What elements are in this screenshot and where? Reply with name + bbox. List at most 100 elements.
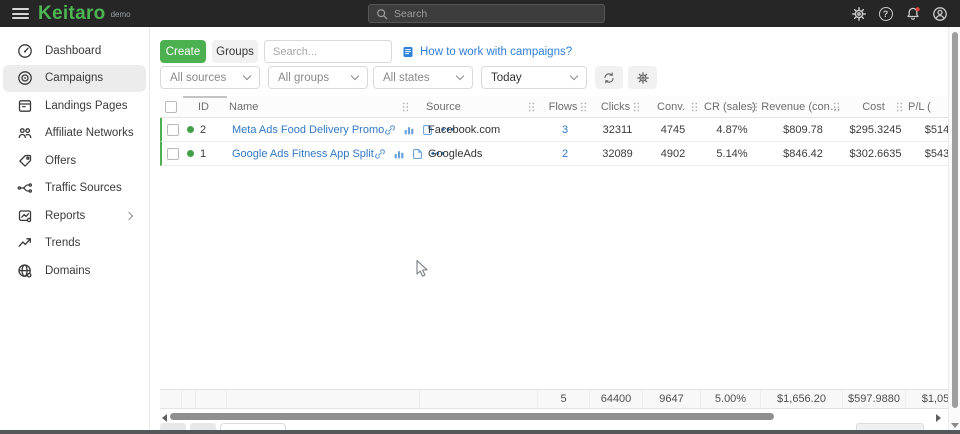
help-icon[interactable]: ? — [877, 5, 894, 22]
drag-handle-icon[interactable] — [896, 102, 903, 112]
stats-chart-icon[interactable] — [403, 124, 415, 136]
sidebar-item-affiliate-networks[interactable]: Affiliate Networks — [3, 120, 146, 148]
total-clicks: 64400 — [589, 390, 642, 408]
drag-handle-icon[interactable] — [751, 102, 758, 112]
filter-value: All states — [383, 72, 457, 84]
total-pl: $1,05 — [905, 390, 948, 408]
sidebar-item-label: Domains — [45, 265, 136, 277]
table-settings-button[interactable] — [628, 66, 657, 89]
global-search[interactable] — [368, 4, 605, 23]
row-checkbox[interactable] — [167, 148, 179, 160]
column-header-id[interactable]: ID — [195, 96, 226, 117]
dashboard-icon — [17, 43, 33, 59]
sidebar-item-label: Dashboard — [45, 45, 136, 57]
column-header-conv[interactable]: Conv. — [642, 96, 700, 117]
user-avatar-icon[interactable] — [931, 5, 948, 22]
revenue-value: $846.42 — [762, 148, 844, 160]
sidebar-item-campaigns[interactable]: Campaigns — [3, 65, 146, 93]
sidebar-item-label: Reports — [45, 210, 126, 222]
drag-handle-icon[interactable] — [580, 102, 587, 112]
app-logo[interactable]: Keitaro — [38, 0, 106, 27]
create-button[interactable]: Create — [160, 40, 206, 63]
gear-icon — [636, 71, 650, 85]
horizontal-scroll-thumb[interactable] — [170, 413, 774, 420]
campaign-search-input[interactable] — [265, 41, 391, 62]
campaign-source: Facebook.com — [421, 124, 539, 136]
total-flows: 5 — [537, 390, 589, 408]
refresh-icon — [602, 71, 616, 85]
sidebar-item-domains[interactable]: Domains — [3, 257, 146, 285]
logo-badge: demo — [111, 10, 131, 19]
drag-handle-icon[interactable] — [691, 102, 698, 112]
clicks-value: 32311 — [591, 124, 644, 136]
sidebar-item-label: Trends — [45, 237, 136, 249]
sidebar-item-dashboard[interactable]: Dashboard — [3, 37, 146, 65]
filter-value: Today — [491, 72, 571, 84]
campaign-name-link[interactable]: Meta Ads Food Delivery Promo — [232, 124, 384, 136]
help-campaigns-link[interactable]: How to work with campaigns? — [402, 40, 572, 63]
revenue-value: $809.78 — [762, 124, 844, 136]
column-header-flows[interactable]: Flows — [537, 96, 589, 117]
menu-icon[interactable] — [12, 8, 29, 19]
sidebar-item-landings-pages[interactable]: Landings Pages — [3, 92, 146, 120]
sidebar-item-trends[interactable]: Trends — [3, 230, 146, 258]
refresh-button[interactable] — [595, 66, 623, 89]
scroll-right-arrow-icon[interactable] — [936, 414, 941, 422]
sidebar-item-traffic-sources[interactable]: Traffic Sources — [3, 175, 146, 203]
table-row[interactable]: 1 Google Ads Fitness App Split ••• Googl… — [160, 142, 948, 166]
column-header-cost[interactable]: Cost — [842, 96, 905, 117]
vertical-scrollbar[interactable] — [948, 27, 960, 434]
row-checkbox[interactable] — [167, 124, 179, 136]
select-all-checkbox[interactable] — [165, 101, 177, 113]
settings-icon[interactable] — [850, 5, 867, 22]
groups-button[interactable]: Groups — [212, 40, 258, 63]
column-header-clicks[interactable]: Clicks — [589, 96, 642, 117]
column-header-cr-sales[interactable]: CR (sales) — [700, 96, 760, 117]
help-link-label: How to work with campaigns? — [420, 46, 572, 58]
flows-link[interactable]: 2 — [539, 148, 591, 160]
column-header-source[interactable]: Source — [419, 96, 537, 117]
scroll-left-arrow-icon[interactable] — [162, 414, 167, 422]
sidebar-item-label: Traffic Sources — [45, 182, 136, 194]
column-header-revenue[interactable]: Revenue (con… — [760, 96, 842, 117]
sidebar-item-offers[interactable]: Offers — [3, 147, 146, 175]
status-active-dot — [187, 150, 194, 157]
drag-handle-icon[interactable] — [528, 102, 535, 112]
sidebar-item-label: Affiliate Networks — [45, 127, 136, 139]
vertical-scroll-thumb[interactable] — [952, 32, 958, 408]
pl-value: $543 — [907, 148, 948, 160]
filter-all-sources[interactable]: All sources — [160, 66, 260, 89]
drag-handle-icon[interactable] — [833, 102, 840, 112]
scroll-down-arrow-icon[interactable] — [951, 423, 959, 428]
campaign-id: 2 — [197, 124, 228, 136]
notifications-bell-icon[interactable] — [904, 5, 921, 22]
cost-value: $302.6635 — [844, 148, 907, 160]
horizontal-scrollbar[interactable] — [160, 411, 940, 423]
stats-chart-icon[interactable] — [393, 148, 405, 160]
reports-icon — [17, 208, 33, 224]
guide-book-icon — [402, 46, 414, 58]
filter-all-groups[interactable]: All groups — [268, 66, 368, 89]
column-header-name[interactable]: Name — [226, 96, 419, 117]
drag-handle-icon[interactable] — [402, 102, 409, 112]
campaign-name-link[interactable]: Google Ads Fitness App Split — [232, 148, 374, 160]
sidebar-item-label: Landings Pages — [45, 100, 136, 112]
campaign-id: 1 — [197, 148, 228, 160]
global-search-input[interactable] — [394, 8, 597, 20]
column-header-pl[interactable]: P/L ( — [905, 96, 948, 117]
total-cr: 5.00% — [700, 390, 760, 408]
campaign-link-icon[interactable] — [384, 124, 396, 136]
filter-all-states[interactable]: All states — [373, 66, 473, 89]
bottom-edge-strip — [0, 430, 960, 434]
sidebar-item-reports[interactable]: Reports — [3, 202, 146, 230]
table-row[interactable]: 2 Meta Ads Food Delivery Promo ••• Faceb… — [160, 118, 948, 142]
campaign-link-icon[interactable] — [374, 148, 386, 160]
total-revenue: $1,656.20 — [760, 390, 842, 408]
chevron-right-icon — [125, 212, 133, 220]
conv-value: 4745 — [644, 124, 702, 136]
flows-link[interactable]: 3 — [539, 124, 591, 136]
search-icon — [376, 8, 388, 20]
filter-date-range[interactable]: Today — [481, 66, 587, 89]
drag-handle-icon[interactable] — [633, 102, 640, 112]
totals-row: 5 64400 9647 5.00% $1,656.20 $597.9880 $… — [160, 389, 948, 409]
